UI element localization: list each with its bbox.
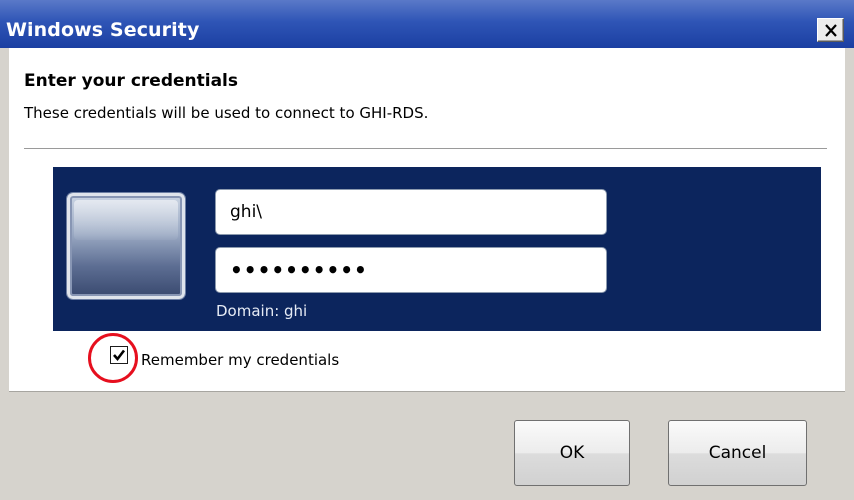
- window-title: Windows Security: [6, 19, 200, 41]
- domain-label: Domain: ghi: [216, 302, 308, 320]
- close-button[interactable]: [817, 18, 844, 42]
- window-frame-right: [845, 48, 854, 500]
- username-field[interactable]: ghi\: [215, 189, 607, 235]
- window-frame-left: [0, 48, 9, 500]
- credentials-dialog: Windows Security Enter your credentials …: [0, 0, 854, 500]
- cancel-button[interactable]: Cancel: [668, 420, 807, 486]
- ok-button[interactable]: OK: [514, 420, 630, 486]
- remember-credentials-label[interactable]: Remember my credentials: [141, 351, 339, 369]
- password-field[interactable]: ••••••••••: [215, 247, 607, 293]
- prompt-subtext: These credentials will be used to connec…: [24, 104, 429, 122]
- title-bar[interactable]: Windows Security: [0, 0, 854, 48]
- user-tile-icon: [67, 193, 185, 299]
- divider: [24, 148, 827, 150]
- prompt-heading: Enter your credentials: [24, 71, 239, 91]
- highlight-circle-annotation: [88, 333, 138, 383]
- close-icon: [824, 23, 838, 37]
